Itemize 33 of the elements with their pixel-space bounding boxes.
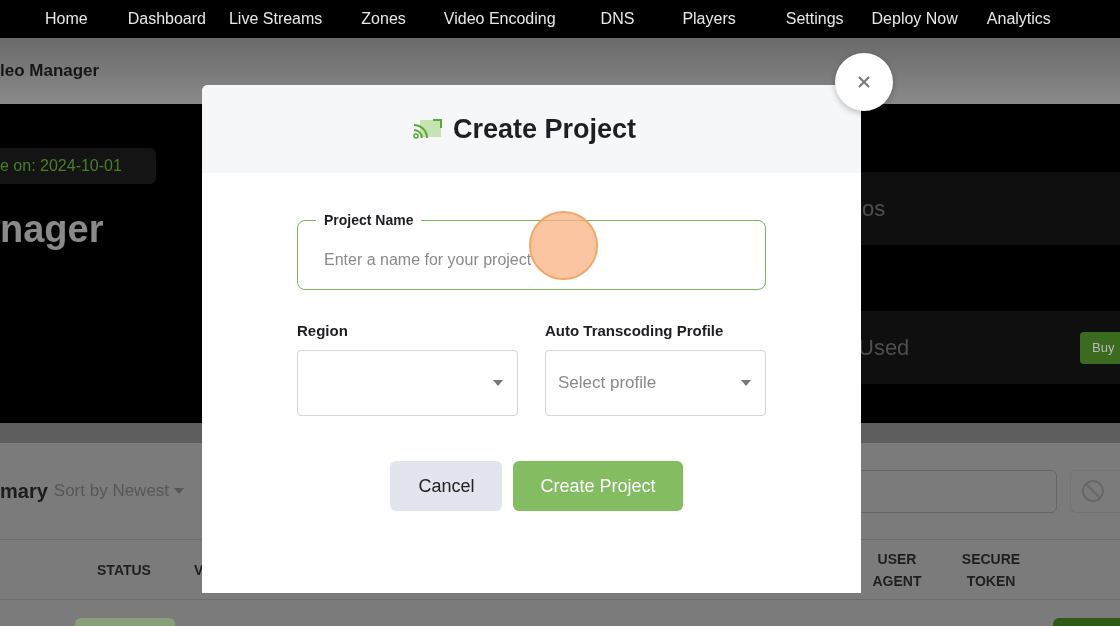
card-text: os — [862, 195, 886, 222]
select-placeholder: Select profile — [558, 373, 657, 393]
nav-link[interactable]: Dashboard — [127, 10, 206, 28]
nav-link[interactable]: Settings — [785, 10, 844, 28]
column-header: SECURE TOKEN — [960, 549, 1022, 591]
nav-link[interactable]: Live Streams — [228, 10, 323, 28]
nav-link[interactable]: Deploy Now — [871, 10, 958, 28]
page-title: leo Manager — [0, 61, 100, 81]
card-text: Used — [858, 334, 910, 361]
nav-link[interactable]: Players — [682, 10, 736, 28]
column-header: USER AGENT — [871, 549, 923, 591]
field-label: Region — [297, 322, 349, 339]
cast-icon — [412, 118, 443, 140]
close-icon — [858, 76, 870, 88]
date-badge: e on: 2024-10-01 — [0, 148, 156, 184]
field-label: Project Name — [323, 212, 415, 228]
nav-link[interactable]: Video Encoding — [443, 10, 556, 28]
cancel-button[interactable]: Cancel — [390, 461, 503, 511]
caret-icon — [493, 380, 503, 386]
caret-icon — [174, 488, 185, 494]
select-field[interactable] — [297, 350, 518, 416]
nav-link[interactable]: Home — [45, 10, 88, 28]
dialog-title: Create Project — [452, 113, 637, 145]
field-label: Auto Transcoding Profile — [545, 322, 725, 339]
nav-link[interactable]: Analytics — [986, 10, 1051, 28]
hero-title: nager — [0, 208, 105, 251]
caret-icon — [741, 380, 751, 386]
nav-link[interactable]: DNS — [600, 10, 635, 28]
select-field[interactable]: Select profile — [545, 350, 766, 416]
action-button[interactable] — [1053, 618, 1120, 626]
nav-link[interactable]: Zones — [361, 10, 406, 28]
column-header: STATUS — [96, 560, 152, 580]
section-title: mary — [0, 479, 48, 503]
